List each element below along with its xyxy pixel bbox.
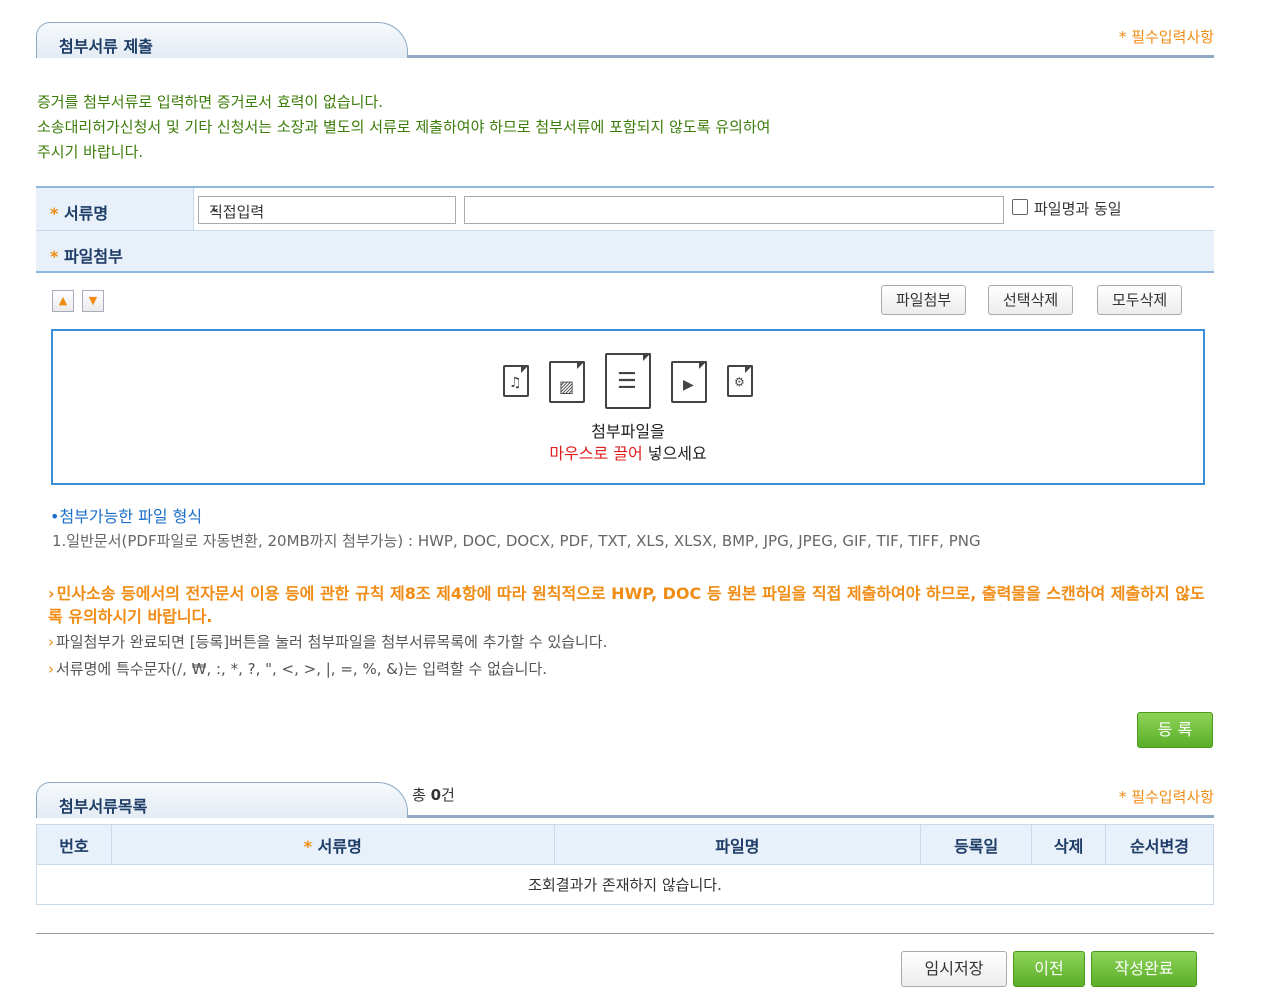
- image-file-icon: ▨: [549, 361, 585, 403]
- section-title: 첨부서류목록: [59, 797, 148, 816]
- notice-text: 증거를 첨부서류로 입력하면 증거로서 효력이 없습니다. 소송대리허가신청서 …: [37, 90, 770, 165]
- delete-selected-button[interactable]: 선택삭제: [988, 285, 1074, 315]
- same-as-file-checkbox[interactable]: [1012, 199, 1028, 215]
- section-header-attach: 첨부서류 제출 * 필수입력사항: [36, 18, 1214, 58]
- file-type-icons: ♫ ▨ ☰ ▶ ⚙: [501, 353, 761, 415]
- prev-button[interactable]: 이전: [1013, 951, 1085, 987]
- doc-name-input[interactable]: [464, 196, 1004, 224]
- same-as-file-label: 파일명과 동일: [1034, 200, 1122, 218]
- delete-all-button[interactable]: 모두삭제: [1097, 285, 1183, 315]
- chevron-right-icon: ›: [48, 584, 55, 603]
- file-attach-row: * 파일첨부: [36, 231, 1214, 273]
- file-attach-label: * 파일첨부: [50, 243, 123, 267]
- audio-file-icon: ♫: [503, 365, 529, 397]
- attachment-list-table: 번호 * 서류명 파일명 등록일 삭제 순서변경 조회결과가 존재하지 않습니다…: [36, 824, 1214, 905]
- col-date: 등록일: [920, 824, 1033, 865]
- required-star: *: [303, 836, 313, 856]
- guidance-item-2: › 서류명에 특수문자(/, ₩, :, *, ?, ", <, >, |, =,…: [48, 656, 1218, 682]
- col-no: 번호: [36, 824, 112, 865]
- required-star: *: [50, 204, 59, 223]
- formats-line: 1.일반문서(PDF파일로 자동변환, 20MB까지 첨부가능) : HWP, …: [52, 532, 981, 550]
- col-doc-name: * 서류명: [110, 824, 555, 865]
- doc-name-label: * 서류명: [50, 200, 108, 224]
- move-up-button[interactable]: ▲: [52, 290, 74, 312]
- col-file-name: 파일명: [553, 824, 922, 865]
- doc-name-label-text: 서류명: [63, 204, 109, 223]
- document-file-icon: ☰: [605, 353, 651, 409]
- table-row: 조회결과가 존재하지 않습니다.: [36, 864, 1214, 905]
- required-note: * 필수입력사항: [1118, 788, 1214, 806]
- drop-instruction: 첨부파일을 마우스로 끌어 넣으세요: [53, 421, 1203, 465]
- chevron-down-icon: ⌄: [209, 200, 221, 216]
- guidance-important: › 민사소송 등에서의 전자문서 이용 등에 관한 규칙 제8조 제4항에 따라 …: [48, 582, 1218, 628]
- register-button[interactable]: 등 록: [1137, 712, 1213, 748]
- guidance-bullets: › 민사소송 등에서의 전자문서 이용 등에 관한 규칙 제8조 제4항에 따라 …: [48, 582, 1218, 682]
- col-doc-name-text: 서류명: [317, 836, 362, 856]
- video-file-icon: ▶: [671, 361, 707, 403]
- section-tab: 첨부서류목록: [36, 782, 408, 818]
- move-down-button[interactable]: ▼: [82, 290, 104, 312]
- drop-line-2-rest: 넣으세요: [642, 444, 707, 463]
- total-count: 총 0건: [412, 784, 455, 805]
- section-header-list: 첨부서류목록 * 필수입력사항: [36, 778, 1214, 818]
- doc-name-label-cell: * 서류명: [36, 188, 194, 230]
- file-attach-label-text: 파일첨부: [63, 247, 123, 266]
- col-delete: 삭제: [1031, 824, 1107, 865]
- empty-message: 조회결과가 존재하지 않습니다.: [36, 864, 1214, 905]
- table-header-row: 번호 * 서류명 파일명 등록일 삭제 순서변경: [36, 824, 1214, 865]
- complete-button[interactable]: 작성완료: [1091, 951, 1197, 987]
- footer-divider: [36, 933, 1214, 934]
- guidance-item-1: › 파일첨부가 완료되면 [등록]버튼을 눌러 첨부파일을 첨부서류목록에 추가할…: [48, 628, 1218, 656]
- formats-title-text: 첨부가능한 파일 형식: [59, 507, 203, 526]
- drop-line-1: 첨부파일을: [591, 422, 665, 441]
- guidance-item-2-text: 서류명에 특수문자(/, ₩, :, *, ?, ", <, >, |, =, …: [56, 660, 548, 678]
- guidance-item-1-text: 파일첨부가 완료되면 [등록]버튼을 눌러 첨부파일을 첨부서류목록에 추가할 …: [56, 633, 608, 651]
- guidance-important-text: 민사소송 등에서의 전자문서 이용 등에 관한 규칙 제8조 제4항에 따라 원…: [48, 584, 1205, 626]
- settings-file-icon: ⚙: [727, 365, 753, 397]
- required-note: * 필수입력사항: [1118, 28, 1214, 46]
- notice-line-1: 증거를 첨부서류로 입력하면 증거로서 효력이 없습니다.: [37, 93, 384, 111]
- count-prefix: 총: [412, 786, 431, 804]
- doc-name-row: * 서류명 직접입력 ⌄ 파일명과 동일: [36, 186, 1214, 231]
- file-drop-zone[interactable]: ♫ ▨ ☰ ▶ ⚙ 첨부파일을 마우스로 끌어 넣으세요: [51, 329, 1205, 485]
- chevron-right-icon: ›: [48, 660, 54, 678]
- doc-type-select[interactable]: 직접입력 ⌄: [198, 196, 456, 224]
- col-order: 순서변경: [1105, 824, 1214, 865]
- drop-highlight: 마우스로 끌어: [549, 444, 643, 463]
- count-value: 0: [430, 786, 442, 804]
- count-suffix: 건: [441, 786, 455, 804]
- drop-line-2: 마우스로 끌어 넣으세요: [53, 443, 1203, 465]
- formats-title: •첨부가능한 파일 형식: [50, 503, 202, 527]
- chevron-right-icon: ›: [48, 633, 54, 651]
- section-tab: 첨부서류 제출: [36, 22, 408, 58]
- notice-line-2: 소송대리허가신청서 및 기타 신청서는 소장과 별도의 서류로 제출하여야 하므…: [37, 118, 771, 136]
- attach-file-button[interactable]: 파일첨부: [881, 285, 967, 315]
- temp-save-button[interactable]: 임시저장: [901, 951, 1007, 987]
- required-star: *: [50, 247, 59, 266]
- section-title: 첨부서류 제출: [59, 37, 153, 56]
- notice-line-3: 주시기 바랍니다.: [37, 143, 144, 161]
